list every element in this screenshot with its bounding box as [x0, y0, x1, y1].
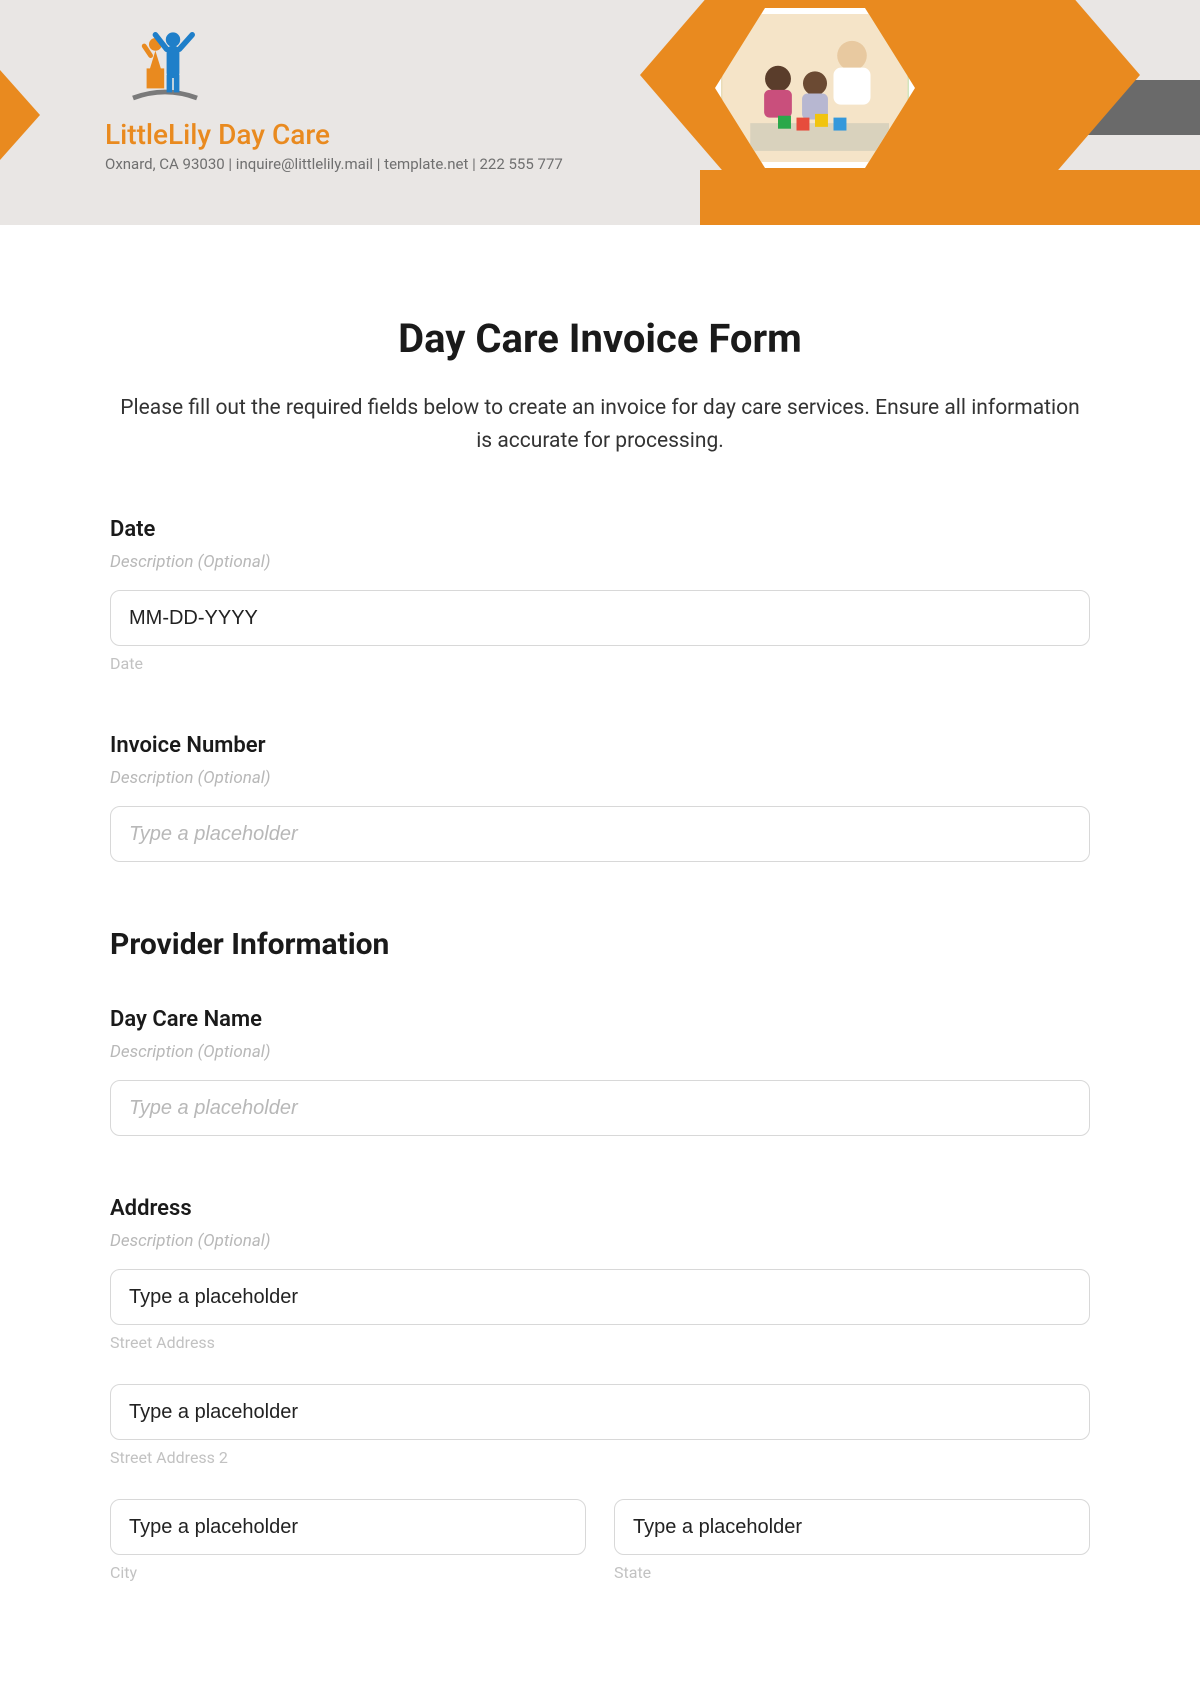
brand-logo-icon	[125, 30, 205, 110]
invoice-number-hint: Description (Optional)	[110, 768, 1090, 788]
decor-orange-strip	[700, 170, 1200, 225]
daycare-name-hint: Description (Optional)	[110, 1042, 1090, 1062]
form-description: Please fill out the required fields belo…	[110, 392, 1090, 457]
city-input[interactable]	[110, 1499, 586, 1555]
invoice-number-label: Invoice Number	[110, 733, 1090, 758]
daycare-name-label: Day Care Name	[110, 1007, 1090, 1032]
provider-info-heading: Provider Information	[110, 927, 1090, 962]
brand-name: LittleLily Day Care	[105, 118, 563, 151]
address-label: Address	[110, 1196, 1090, 1221]
street-address-1-input[interactable]	[110, 1269, 1090, 1325]
street-address-2-sublabel: Street Address 2	[110, 1448, 1090, 1467]
form-container: Day Care Invoice Form Please fill out th…	[0, 225, 1200, 1582]
date-label: Date	[110, 517, 1090, 542]
date-sublabel: Date	[110, 654, 1090, 673]
state-sublabel: State	[614, 1563, 1090, 1582]
brand-contact-line: Oxnard, CA 93030 | inquire@littlelily.ma…	[105, 155, 563, 173]
date-hint: Description (Optional)	[110, 552, 1090, 572]
field-daycare-name: Day Care Name Description (Optional)	[110, 1007, 1090, 1136]
brand-block: LittleLily Day Care Oxnard, CA 93030 | i…	[105, 30, 563, 173]
daycare-name-input[interactable]	[110, 1080, 1090, 1136]
field-address: Address Description (Optional) Street Ad…	[110, 1196, 1090, 1582]
form-title: Day Care Invoice Form	[110, 315, 1090, 362]
date-input[interactable]	[110, 590, 1090, 646]
address-hint: Description (Optional)	[110, 1231, 1090, 1251]
street-address-1-sublabel: Street Address	[110, 1333, 1090, 1352]
street-address-2-input[interactable]	[110, 1384, 1090, 1440]
field-invoice-number: Invoice Number Description (Optional)	[110, 733, 1090, 862]
city-sublabel: City	[110, 1563, 586, 1582]
decor-chevron-left	[0, 70, 40, 160]
field-date: Date Description (Optional) Date	[110, 517, 1090, 673]
state-input[interactable]	[614, 1499, 1090, 1555]
invoice-number-input[interactable]	[110, 806, 1090, 862]
header-banner: LittleLily Day Care Oxnard, CA 93030 | i…	[0, 0, 1200, 225]
